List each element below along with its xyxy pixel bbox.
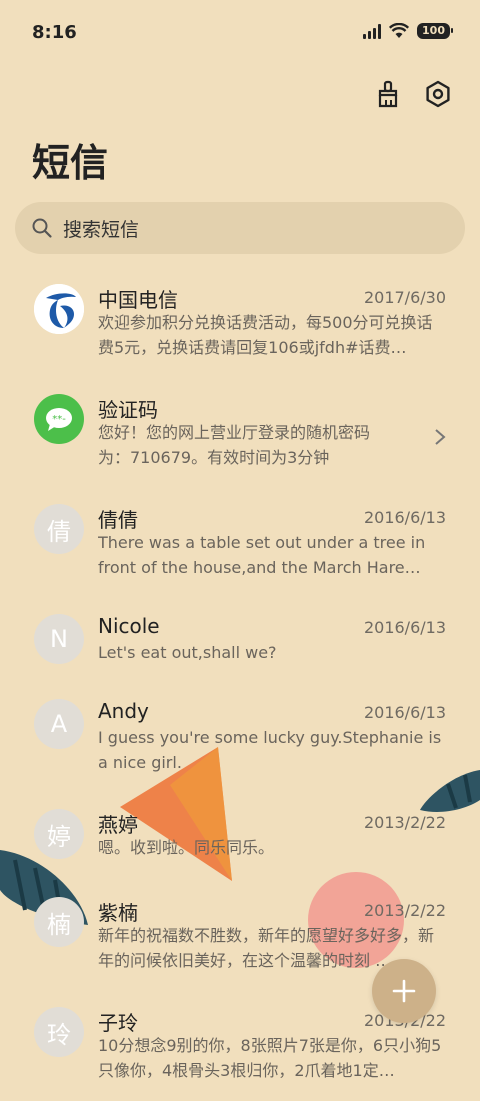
- search-input[interactable]: 搜索短信: [15, 202, 465, 254]
- message-preview: There was a table set out under a tree i…: [98, 533, 426, 577]
- message-date: 2016/6/13: [363, 703, 446, 722]
- message-preview: 10分想念9别的你，8张照片7张是你，6只小狗5只像你，4根骨头3根归你，2爪着…: [98, 1036, 442, 1080]
- contact-name: 验证码: [98, 398, 158, 422]
- contact-name: 燕婷: [98, 813, 138, 837]
- china-telecom-logo-icon: [34, 284, 84, 334]
- conversation-item[interactable]: 中国电信 2017/6/30 欢迎参加积分兑换话费活动，每500分可兑换话费5元…: [0, 268, 480, 378]
- header-actions: [374, 80, 452, 108]
- contact-name: 子玲: [98, 1011, 138, 1035]
- contact-name: 中国电信: [98, 288, 178, 312]
- status-time: 8:16: [32, 22, 77, 43]
- search-icon: [32, 218, 52, 238]
- avatar: 玲: [34, 1007, 84, 1057]
- contact-name: 紫楠: [98, 901, 138, 925]
- message-date: 2013/2/22: [363, 901, 446, 920]
- conversation-item[interactable]: A Andy 2016/6/13 I guess you're some luc…: [0, 683, 480, 793]
- message-preview: Let's eat out,shall we?: [98, 643, 277, 662]
- page-title: 短信: [32, 141, 109, 185]
- message-preview: 欢迎参加积分兑换话费活动，每500分可兑换话费5元，兑换话费请回复106或jfd…: [98, 313, 433, 357]
- message-date: 2016/6/13: [363, 618, 446, 637]
- message-date: 2013/2/22: [363, 813, 446, 832]
- message-preview: 您好！您的网上营业厅登录的随机密码为：710679。有效时间为3分钟: [98, 423, 371, 467]
- conversation-item[interactable]: **- 验证码 您好！您的网上营业厅登录的随机密码为：710679。有效时间为3…: [0, 378, 480, 488]
- contact-name: 倩倩: [98, 508, 138, 532]
- conversation-item[interactable]: N Nicole 2016/6/13 Let's eat out,shall w…: [0, 598, 480, 683]
- contact-name: Andy: [98, 699, 149, 723]
- conversation-item[interactable]: 倩 倩倩 2016/6/13 There was a table set out…: [0, 488, 480, 598]
- message-date: 2016/6/13: [363, 508, 446, 527]
- brush-icon[interactable]: [374, 80, 402, 108]
- battery-icon: 100: [417, 23, 453, 39]
- sms-bubble-icon: **-: [34, 394, 84, 444]
- chevron-right-icon[interactable]: [434, 428, 446, 446]
- message-preview: I guess you're some lucky guy.Stephanie …: [98, 728, 442, 772]
- avatar: 婷: [34, 809, 84, 859]
- message-preview: 嗯。收到啦。同乐同乐。: [98, 838, 275, 857]
- status-icons: 100: [363, 23, 453, 39]
- avatar: 倩: [34, 504, 84, 554]
- plus-icon: [392, 979, 416, 1003]
- search-placeholder: 搜索短信: [63, 218, 140, 241]
- new-message-button[interactable]: [372, 959, 436, 1023]
- contact-name: Nicole: [98, 614, 160, 638]
- avatar: A: [34, 699, 84, 749]
- avatar: 楠: [34, 897, 84, 947]
- message-date: 2017/6/30: [363, 288, 446, 307]
- conversation-item[interactable]: 婷 燕婷 2013/2/22 嗯。收到啦。同乐同乐。: [0, 793, 480, 881]
- avatar: N: [34, 614, 84, 664]
- gear-icon[interactable]: [424, 80, 452, 108]
- svg-text:**-: **-: [52, 414, 66, 425]
- signal-icon: [363, 23, 382, 39]
- status-bar: 8:16 100: [0, 0, 480, 70]
- wifi-icon: [389, 23, 410, 38]
